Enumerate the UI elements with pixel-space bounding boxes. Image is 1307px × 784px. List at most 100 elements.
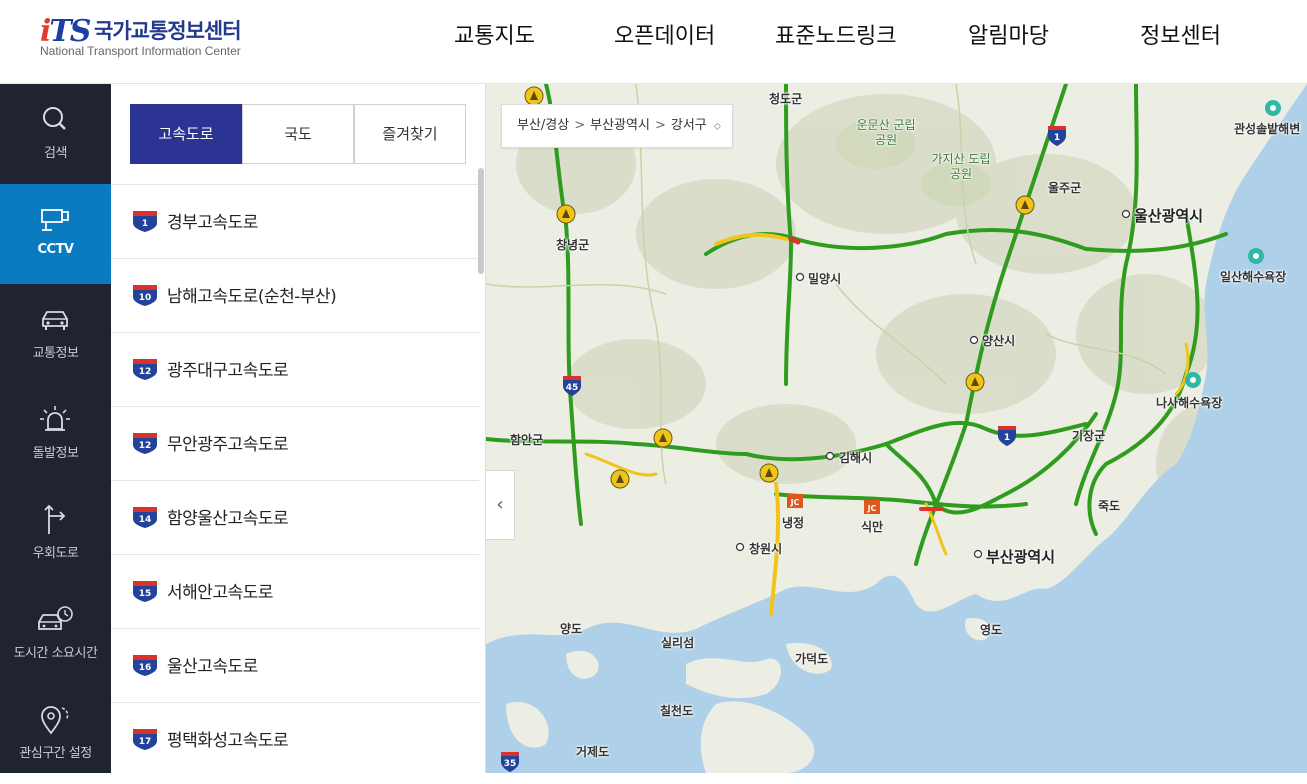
highway-row[interactable]: 16 울산고속도로 <box>111 629 479 703</box>
highway-shield-icon: 16 <box>133 655 157 676</box>
highway-shield-icon: 1 <box>133 211 157 232</box>
city-dot <box>973 549 983 559</box>
lnb-cctv-label: CCTV <box>37 242 74 257</box>
highway-number: 10 <box>139 293 152 303</box>
highway-shield-icon: 15 <box>133 581 157 602</box>
beach-marker[interactable] <box>1248 248 1264 264</box>
lnb-interest-section[interactable]: 관심구간 설정 <box>0 684 111 784</box>
map-label: 식만 <box>861 520 884 534</box>
map-label: 양도 <box>560 622 583 636</box>
map-label: 거제도 <box>576 745 610 759</box>
map-label: 일산해수욕장 <box>1220 270 1287 284</box>
car-clock-icon <box>38 606 73 630</box>
nav-open-data[interactable]: 오픈데이터 <box>614 18 715 49</box>
map-canvas[interactable]: 1 1 45 35 JC JC <box>486 84 1307 773</box>
city-dot <box>795 272 805 282</box>
highway-name: 무안광주고속도로 <box>167 435 289 455</box>
map-label: 밀양시 <box>808 272 842 286</box>
map-label: 가덕도 <box>795 652 829 666</box>
nav-info-center[interactable]: 정보센터 <box>1140 18 1221 49</box>
highway-name: 남해고속도로(순천-부산) <box>167 287 337 307</box>
map-label: 영도 <box>980 623 1003 637</box>
svg-text:45: 45 <box>566 383 579 393</box>
city-dot <box>1121 209 1131 219</box>
cctv-marker[interactable] <box>759 463 779 483</box>
svg-text:35: 35 <box>504 759 517 769</box>
map-label: 함안군 <box>510 433 544 447</box>
tab-favorites[interactable]: 즐겨찾기 <box>354 104 466 164</box>
lnb-incident[interactable]: 돌발정보 <box>0 384 111 484</box>
breadcrumb-separator: > <box>574 118 586 133</box>
cctv-marker[interactable] <box>524 86 544 106</box>
map-label: 양산시 <box>982 334 1016 348</box>
panel-collapse-button[interactable]: ‹ <box>486 470 515 540</box>
nav-standard-node-link[interactable]: 표준노드링크 <box>775 18 896 49</box>
beach-marker[interactable] <box>1265 100 1281 116</box>
highway-name: 함양울산고속도로 <box>167 509 289 529</box>
highway-shield-icon: 12 <box>133 433 157 454</box>
map-label: 운문산 군립공원 <box>856 118 916 147</box>
highway-row[interactable]: 12 무안광주고속도로 <box>111 407 479 481</box>
lnb-incident-label: 돌발정보 <box>32 446 79 461</box>
lnb-intercity-time-label: 도시간 소요시간 <box>13 646 98 661</box>
map-label: 부산광역시 <box>986 548 1056 566</box>
map-label: 죽도 <box>1098 499 1121 513</box>
highway-name: 광주대구고속도로 <box>167 361 289 381</box>
lnb-cctv[interactable]: CCTV <box>0 184 111 284</box>
breadcrumb-caret-icon: ⬦ <box>713 121 721 132</box>
map-label: 김해시 <box>839 451 873 465</box>
map-label: 칠천도 <box>660 704 694 718</box>
cctv-marker[interactable] <box>1015 195 1035 215</box>
road-type-tabs: 고속도로 국도 즐겨찾기 <box>130 104 466 164</box>
logo-subtitle: National Transport Information Center <box>40 44 241 58</box>
lnb-traffic-info[interactable]: 교통정보 <box>0 284 111 384</box>
city-dot <box>735 542 745 552</box>
svg-text:1: 1 <box>1054 133 1060 143</box>
car-icon <box>42 311 68 330</box>
breadcrumb-region[interactable]: 부산/경상 <box>517 118 569 133</box>
map-breadcrumb[interactable]: 부산/경상 > 부산광역시 > 강서구 ⬦ <box>501 104 733 148</box>
site-logo[interactable]: iTS 국가교통정보센터 National Transport Informat… <box>40 12 270 62</box>
highway-shield-icon: 17 <box>133 729 157 750</box>
lnb-intercity-time[interactable]: 도시간 소요시간 <box>0 584 111 684</box>
nav-traffic-map[interactable]: 교통지도 <box>454 18 535 49</box>
list-scrollbar-thumb[interactable] <box>478 168 484 274</box>
map-label: 울산광역시 <box>1134 207 1204 225</box>
highway-row[interactable]: 10 남해고속도로(순천-부산) <box>111 259 479 333</box>
location-pin-icon <box>41 706 69 735</box>
nav-notice[interactable]: 알림마당 <box>968 18 1049 49</box>
map-label: 울주군 <box>1048 181 1082 195</box>
map-label: 기장군 <box>1072 429 1106 443</box>
highway-row[interactable]: 12 광주대구고속도로 <box>111 333 479 407</box>
map-label: 창원시 <box>749 542 783 556</box>
highway-name: 울산고속도로 <box>167 657 258 677</box>
breadcrumb-district[interactable]: 강서구 <box>671 118 707 133</box>
svg-text:1: 1 <box>1004 433 1010 443</box>
tab-national-road[interactable]: 국도 <box>242 104 354 164</box>
site-header: iTS 국가교통정보센터 National Transport Informat… <box>0 0 1307 84</box>
highway-row[interactable]: 1 경부고속도로 <box>111 185 479 259</box>
cctv-marker[interactable] <box>556 204 576 224</box>
highway-shield-icon: 14 <box>133 507 157 528</box>
highway-number: 15 <box>139 589 152 599</box>
breadcrumb-city[interactable]: 부산광역시 <box>590 118 650 133</box>
cctv-marker[interactable] <box>965 372 985 392</box>
highway-number: 17 <box>139 737 152 747</box>
map-label: 실리섬 <box>661 636 695 650</box>
city-dot <box>825 451 835 461</box>
cctv-marker[interactable] <box>610 469 630 489</box>
highway-row[interactable]: 14 함양울산고속도로 <box>111 481 479 555</box>
highway-row[interactable]: 15 서해안고속도로 <box>111 555 479 629</box>
beach-marker[interactable] <box>1185 372 1201 388</box>
cctv-marker[interactable] <box>653 428 673 448</box>
lnb-search[interactable]: 검색 <box>0 84 111 184</box>
svg-text:JC: JC <box>790 498 800 507</box>
highway-row[interactable]: 17 평택화성고속도로 <box>111 703 479 773</box>
traffic-map[interactable]: 1 1 45 35 JC JC 청도군 운문산 군립공원 가지산 도립공원 울주… <box>486 84 1307 773</box>
highway-name: 평택화성고속도로 <box>167 731 289 751</box>
svg-text:JC: JC <box>867 504 877 513</box>
lnb-detour[interactable]: 우회도로 <box>0 484 111 584</box>
breadcrumb-separator: > <box>654 118 666 133</box>
tab-expressway[interactable]: 고속도로 <box>130 104 242 164</box>
lnb-search-label: 검색 <box>44 146 67 161</box>
